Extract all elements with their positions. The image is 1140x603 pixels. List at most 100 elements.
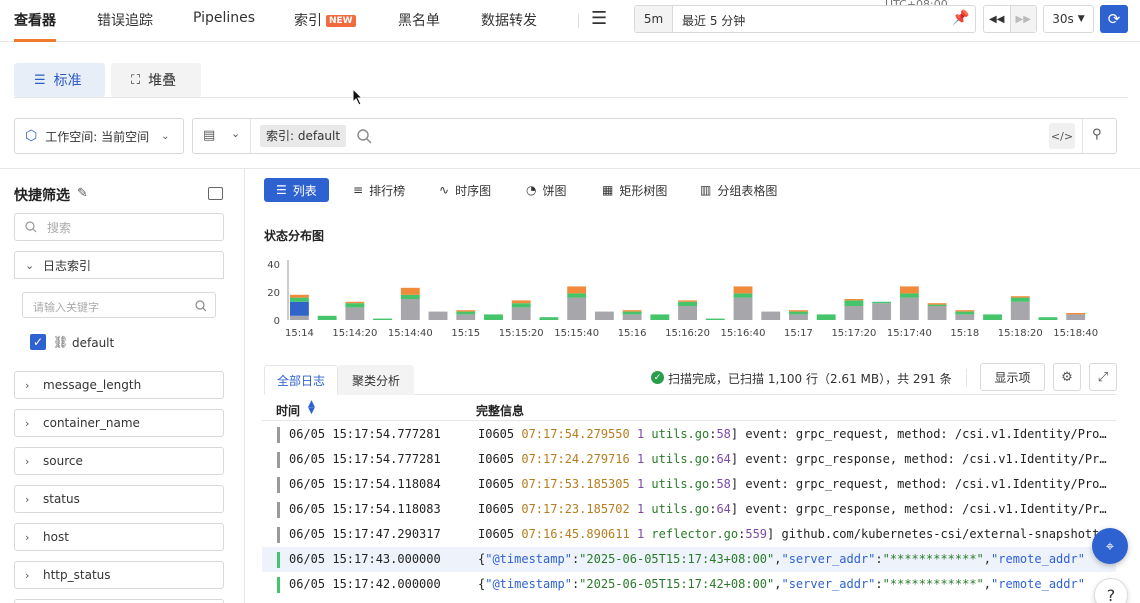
bar-segment-blue xyxy=(290,301,309,316)
refresh-interval-select[interactable]: 30s ▼ xyxy=(1043,5,1094,33)
index-source-icon[interactable]: ▤ xyxy=(203,128,215,143)
field-more[interactable] xyxy=(14,599,224,603)
log-token: ] github.com/kubernetes-csi/external-sna… xyxy=(767,527,1108,541)
nav-tab-blacklist[interactable]: 黑名单 xyxy=(398,10,440,30)
bar-segment-orange xyxy=(345,301,365,304)
vis-tab-pie[interactable]: ◔ 饼图 xyxy=(514,178,579,202)
pin-icon[interactable]: 📌 xyxy=(952,10,969,26)
log-row[interactable]: 06/05 15:17:54.777281 I0605 07:17:24.2797… xyxy=(262,447,1116,472)
nav-tab-pipelines[interactable]: Pipelines xyxy=(193,10,255,26)
log-token: "2025-06-05T15:17:43+08:00" xyxy=(579,552,775,566)
success-check-icon: ✓ xyxy=(651,371,664,384)
log-token: , xyxy=(983,577,992,591)
log-message: I0605 07:17:53.185305 1 utils.go:58] eve… xyxy=(478,477,1108,491)
nav-tab-viewer[interactable]: 查看器 xyxy=(14,10,56,30)
screenshot-capture-icon[interactable]: ⌖ xyxy=(1092,528,1128,564)
x-tick-label: 15:18 xyxy=(950,328,979,339)
hamburger-menu-icon[interactable]: ☰ xyxy=(591,8,607,29)
collapse-sidebar-icon[interactable] xyxy=(208,187,223,200)
display-columns-button[interactable]: 显示项 xyxy=(980,363,1045,391)
log-token: "remote_addr" xyxy=(991,577,1085,591)
log-token: 58 xyxy=(716,427,731,441)
log-token: 07:17:23.185702 xyxy=(521,502,630,516)
bar-segment-green xyxy=(872,301,892,304)
settings-gear-icon[interactable]: ⚙ xyxy=(1053,363,1081,391)
log-index-group[interactable]: ⌄ 日志索引 xyxy=(14,251,224,279)
field-http-status[interactable]: › http_status xyxy=(14,561,224,589)
log-row[interactable]: 06/05 15:17:54.777281 I0605 07:17:54.2795… xyxy=(262,422,1116,447)
index-tag[interactable]: 索引: default xyxy=(260,125,347,147)
log-token: "server_addr" xyxy=(781,552,876,566)
field-source[interactable]: › source xyxy=(14,447,224,475)
status-bar xyxy=(277,502,280,518)
bar-segment-gray xyxy=(872,303,892,320)
chevron-down-icon[interactable]: ⌄ xyxy=(231,127,240,140)
log-token: utils.go xyxy=(651,502,710,516)
column-time[interactable]: 时间 xyxy=(276,402,300,419)
default-index-checkbox[interactable]: ✓ xyxy=(30,334,46,350)
tab-cluster-analysis[interactable]: 聚类分析 xyxy=(338,365,414,395)
log-row[interactable]: 06/05 15:17:43.000000 {"@timestamp":"2025… xyxy=(262,547,1116,572)
log-token: 07:17:24.279716 xyxy=(521,452,630,466)
bar-segment-gray xyxy=(567,297,587,320)
bar-segment-green xyxy=(983,314,1002,320)
bar-segment-orange xyxy=(733,286,753,294)
log-row[interactable]: 06/05 15:17:54.118083 I0605 07:17:23.1857… xyxy=(262,497,1116,522)
mode-standard-button[interactable]: ☰ 标准 xyxy=(14,63,105,97)
bar-segment-gray xyxy=(290,315,309,320)
bar-segment-green xyxy=(844,300,864,306)
time-range-short: 5m xyxy=(635,6,673,32)
sidebar-search-input[interactable]: 搜索 xyxy=(14,213,224,241)
bar-segment-gray xyxy=(1066,314,1086,320)
shift-forward-icon[interactable]: ▶▶ xyxy=(1009,6,1036,32)
field-label: host xyxy=(43,530,69,544)
nav-tab-error-tracking[interactable]: 错误追踪 xyxy=(97,10,153,30)
workspace-icon: ⬡ xyxy=(25,128,38,144)
bar-segment-gray xyxy=(927,306,947,320)
fullscreen-icon[interactable]: ⤢ xyxy=(1089,363,1117,391)
field-label: message_length xyxy=(43,378,142,392)
sort-icon[interactable]: ▲ ▼ xyxy=(308,400,315,416)
mode-stacked-label: 堆叠 xyxy=(148,73,177,89)
keyword-input[interactable]: 请输入关键字 xyxy=(22,292,216,318)
log-row[interactable]: 06/05 15:17:42.000000 {"@timestamp":"2025… xyxy=(262,572,1116,597)
vis-tab-group-table[interactable]: ▥ 分组表格图 xyxy=(688,178,789,202)
tab-all-logs[interactable]: 全部日志 xyxy=(264,365,338,395)
chart-title: 状态分布图 xyxy=(264,229,325,243)
bar-segment-green xyxy=(456,311,476,315)
log-time: 06/05 15:17:43.000000 xyxy=(289,552,441,566)
edit-icon[interactable]: ✎ xyxy=(77,186,88,201)
code-mode-icon[interactable]: </> xyxy=(1049,123,1075,149)
bar-segment-orange xyxy=(955,310,975,312)
nav-tab-data-forward[interactable]: 数据转发 xyxy=(481,10,537,30)
nav-tab-index[interactable]: 索引 NEW xyxy=(294,10,356,30)
list-icon: ☰ xyxy=(276,183,287,197)
bar-segment-green xyxy=(733,293,753,298)
chevron-down-icon: ▼ xyxy=(1077,14,1085,24)
bar-segment-gray xyxy=(400,299,420,320)
vis-tab-timeseries[interactable]: ∿ 时序图 xyxy=(427,178,503,202)
log-token: ] event: grpc_request, method: /csi.v1.I… xyxy=(730,427,1108,441)
field-host[interactable]: › host xyxy=(14,523,224,551)
mode-stacked-button[interactable]: ⛶ 堆叠 xyxy=(111,63,201,97)
vis-tab-list[interactable]: ☰ 列表 xyxy=(264,178,329,202)
bar-segment-green xyxy=(484,314,503,320)
vis-tab-treemap[interactable]: ▦ 矩形树图 xyxy=(590,178,679,202)
vis-tab-ranking[interactable]: ≡ 排行榜 xyxy=(341,178,417,202)
help-icon[interactable]: ? xyxy=(1094,578,1128,603)
bar-segment-orange xyxy=(511,300,531,304)
time-range-picker[interactable]: 5m 最近 5 分钟 📌 xyxy=(634,5,976,33)
time-range-label: 最近 5 分钟 xyxy=(682,14,746,28)
field-message-length[interactable]: › message_length xyxy=(14,371,224,399)
field-status[interactable]: › status xyxy=(14,485,224,513)
log-row[interactable]: 06/05 15:17:47.290317 I0605 07:16:45.8906… xyxy=(262,522,1116,547)
column-message: 完整信息 xyxy=(476,404,525,418)
log-row[interactable]: 06/05 15:17:54.118084 I0605 07:17:53.1853… xyxy=(262,472,1116,497)
filter-settings-icon[interactable]: ⚲ xyxy=(1092,127,1102,142)
refresh-icon[interactable]: ⟳ xyxy=(1100,5,1128,33)
shift-back-icon[interactable]: ◀◀ xyxy=(984,6,1010,32)
log-token: 07:17:54.279550 xyxy=(521,427,630,441)
field-container-name[interactable]: › container_name xyxy=(14,409,224,437)
table-icon: ▥ xyxy=(700,183,712,197)
workspace-select[interactable]: ⬡ 工作空间: 当前空间 ⌄ xyxy=(14,118,184,154)
